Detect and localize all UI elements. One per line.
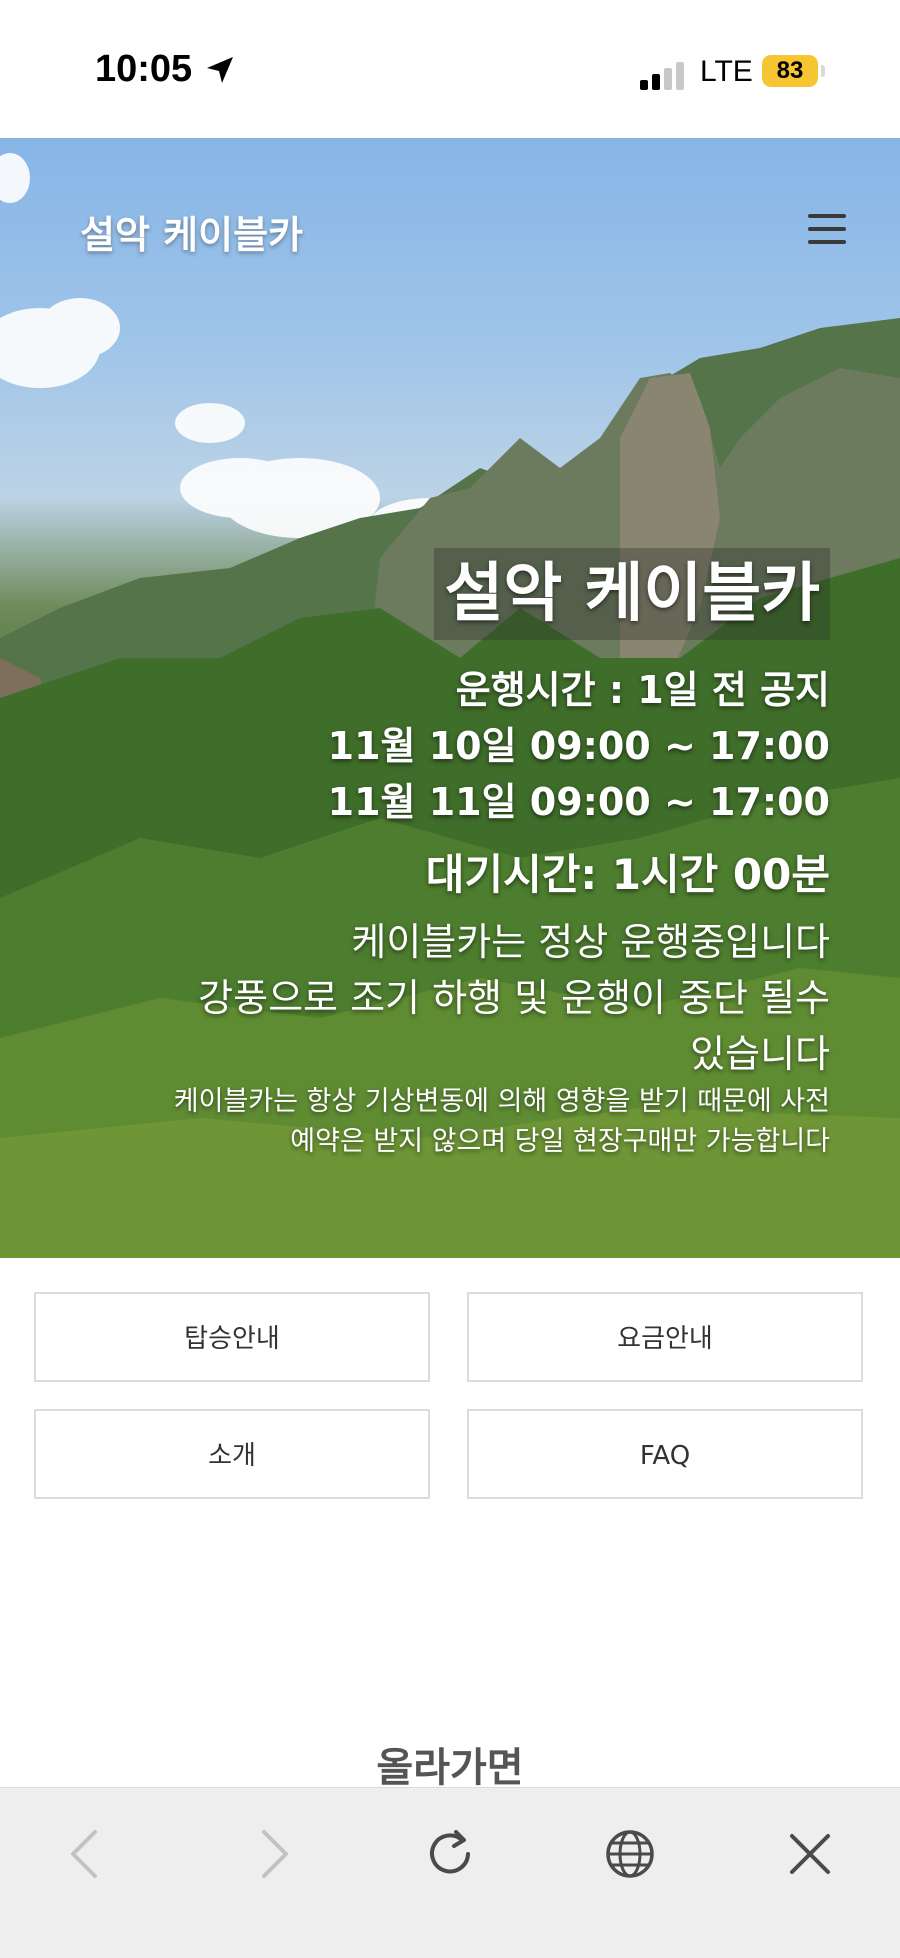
battery-icon: 83 bbox=[762, 55, 818, 87]
note-line: 예약은 받지 않으며 당일 현장구매만 가능합니다 bbox=[290, 1126, 830, 1157]
status-time: 10:05 bbox=[95, 48, 193, 90]
hours-line: 11월 11일 09:00 ~ 17:00 bbox=[327, 780, 830, 824]
status-line: 있습니다 bbox=[690, 1032, 830, 1076]
status-line: 케이블카는 정상 운행중입니다 bbox=[351, 920, 830, 964]
forward-icon[interactable] bbox=[240, 1822, 304, 1886]
fare-info-button[interactable]: 요금안내 bbox=[467, 1292, 863, 1382]
globe-icon[interactable] bbox=[598, 1822, 662, 1886]
hamburger-menu-icon[interactable] bbox=[808, 214, 846, 244]
note-line: 케이블카는 항상 기상변동에 의해 영향을 받기 때문에 사전 bbox=[173, 1086, 830, 1117]
intro-button[interactable]: 소개 bbox=[34, 1409, 430, 1499]
status-line: 강풍으로 조기 하행 및 운행이 중단 될수 bbox=[198, 976, 830, 1020]
reservation-note: 케이블카는 항상 기상변동에 의해 영향을 받기 때문에 사전 예약은 받지 않… bbox=[70, 1082, 830, 1162]
back-icon[interactable] bbox=[55, 1822, 119, 1886]
battery-nub bbox=[821, 65, 825, 77]
faq-button[interactable]: FAQ bbox=[467, 1409, 863, 1499]
boarding-info-button[interactable]: 탑승안내 bbox=[34, 1292, 430, 1382]
status-bar: 10:05 LTE 83 bbox=[0, 0, 900, 138]
battery-level: 83 bbox=[776, 57, 804, 84]
status-notice: 케이블카는 정상 운행중입니다 강풍으로 조기 하행 및 운행이 중단 될수 있… bbox=[70, 914, 830, 1082]
close-icon[interactable] bbox=[778, 1822, 842, 1886]
section-heading: 올라가면 bbox=[376, 1745, 524, 1791]
hero-banner: 설악 케이블카 설악 케이블카 운행시간 : 1일 전 공지 11월 10일 0… bbox=[0, 138, 900, 1258]
hero-title: 설악 케이블카 bbox=[434, 548, 830, 640]
wait-time: 대기시간: 1시간 00분 bbox=[425, 850, 830, 899]
reload-icon[interactable] bbox=[418, 1822, 482, 1886]
location-arrow-icon bbox=[207, 57, 233, 83]
hours-heading: 운행시간 : 1일 전 공지 bbox=[455, 668, 830, 712]
cellular-signal-icon bbox=[640, 60, 686, 90]
hours-line: 11월 10일 09:00 ~ 17:00 bbox=[327, 724, 830, 768]
site-title[interactable]: 설악 케이블카 bbox=[80, 204, 303, 259]
browser-toolbar bbox=[0, 1787, 900, 1958]
network-type: LTE bbox=[700, 55, 753, 88]
hero-overlay: 설악 케이블카 운행시간 : 1일 전 공지 11월 10일 09:00 ~ 1… bbox=[70, 548, 830, 1162]
